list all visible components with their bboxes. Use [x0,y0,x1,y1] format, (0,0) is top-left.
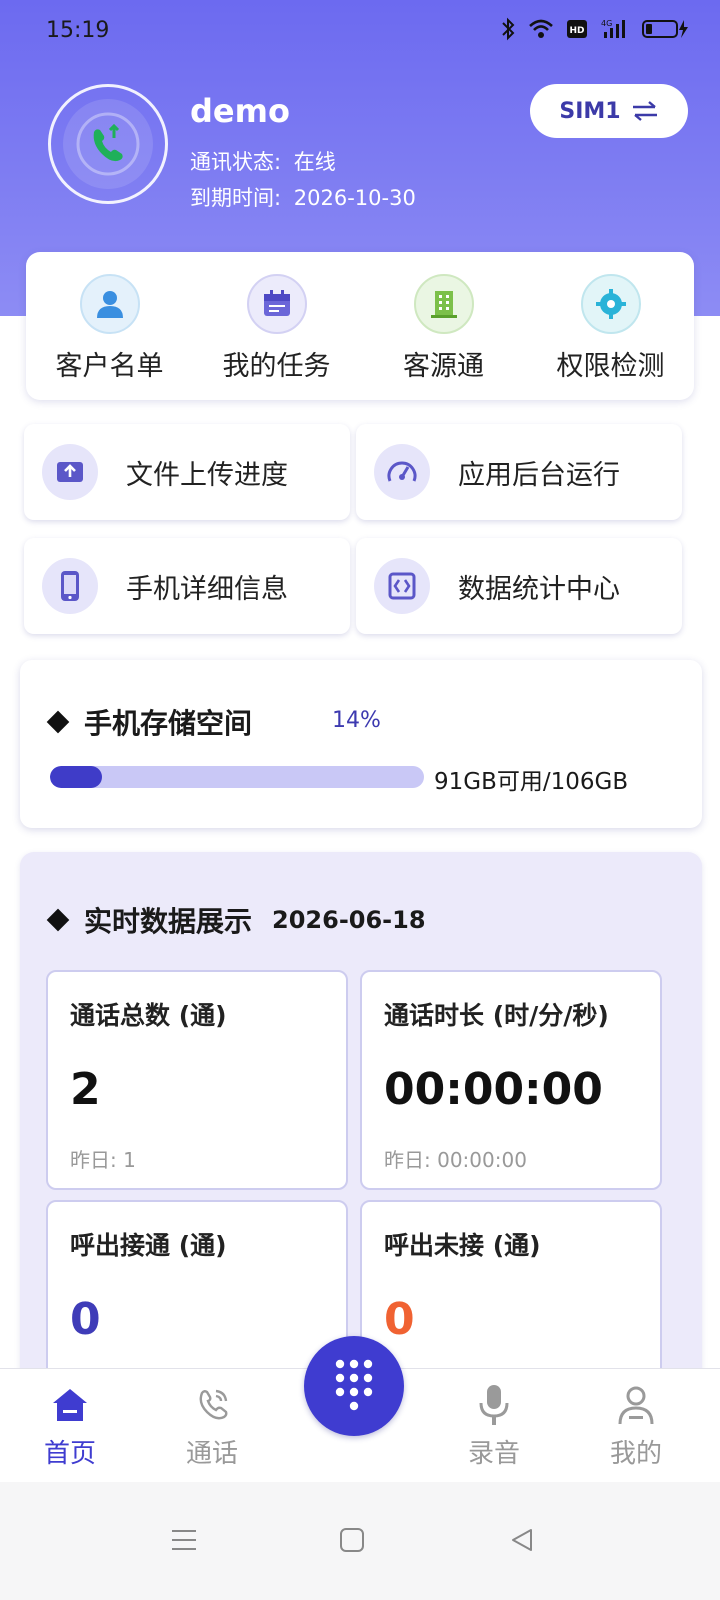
stat-title: 通话总数 (通) [70,1001,227,1030]
user-icon [616,1383,656,1427]
status-value: 在线 [293,150,336,174]
expiry-label: 到期时间: [190,186,282,210]
tile-label: 数据统计中心 [458,573,620,605]
speedometer-icon [374,444,430,500]
nav-profile[interactable]: 我的 [566,1369,706,1483]
dialpad-icon [335,1359,373,1411]
tile-background-run[interactable]: 应用后台运行 [356,424,682,520]
status-time: 15:19 [46,18,110,43]
storage-title: 手机存储空间 [46,702,253,742]
avatar[interactable] [48,84,168,204]
stat-value: 0 [384,1294,415,1345]
wifi-icon [528,18,554,40]
building-icon [413,274,474,334]
realtime-date: 2026-06-18 [272,906,426,934]
home-icon [50,1383,90,1427]
bluetooth-icon [500,17,516,41]
gear-icon [580,274,641,334]
connection-status: 通讯状态: 在线 [190,146,336,176]
quick-customer-list[interactable]: 客户名单 [26,252,193,400]
expiry-date: 到期时间: 2026-10-30 [190,182,416,212]
hd-icon: HD [566,18,588,40]
nav-label: 通话 [185,1439,238,1469]
dialpad-button[interactable] [304,1336,404,1436]
stat-value: 2 [70,1064,101,1115]
nav-label: 我的 [609,1439,662,1469]
realtime-panel: 实时数据展示 2026-06-18 通话总数 (通) 2 昨日: 1 通话时长 … [20,852,702,1420]
stat-yesterday: 昨日: 1 [70,1148,136,1172]
data-icon [374,558,430,614]
microphone-icon [476,1383,512,1427]
quick-customer-source[interactable]: 客源通 [360,252,527,400]
tile-data-center[interactable]: 数据统计中心 [356,538,682,634]
username: demo [190,92,290,130]
storage-percent: 14% [332,708,381,733]
nav-label: 首页 [43,1439,96,1469]
diamond-bullet-icon [46,710,70,734]
stat-value: 00:00:00 [384,1064,603,1115]
storage-title-text: 手机存储空间 [84,707,253,740]
menu-icon[interactable] [164,1520,204,1560]
svg-text:4G: 4G [601,19,612,28]
nav-recordings[interactable]: 录音 [424,1369,564,1483]
quick-my-tasks[interactable]: 我的任务 [193,252,360,400]
sim-label: SIM1 [559,98,621,124]
sim-switch-button[interactable]: SIM1 [530,84,688,138]
phone-icon [42,558,98,614]
stat-yesterday: 昨日: 00:00:00 [384,1148,527,1172]
home-square-icon[interactable] [332,1520,372,1560]
system-navigation-bar [0,1482,720,1600]
stat-title: 呼出未接 (通) [384,1231,541,1260]
swap-icon [632,101,657,121]
expiry-value: 2026-10-30 [293,186,416,210]
stat-card-total-calls[interactable]: 通话总数 (通) 2 昨日: 1 [46,970,348,1190]
battery-icon [642,18,690,40]
quick-permission-check[interactable]: 权限检测 [527,252,694,400]
quick-label: 客户名单 [55,351,164,382]
storage-usage: 91GB可用/106GB [434,769,629,795]
quick-label: 客源通 [403,351,484,382]
quick-label: 我的任务 [222,351,331,382]
diamond-bullet-icon [46,908,70,932]
tile-label: 手机详细信息 [126,573,288,605]
stat-card-call-duration[interactable]: 通话时长 (时/分/秒) 00:00:00 昨日: 00:00:00 [360,970,662,1190]
tile-label: 文件上传进度 [126,459,288,491]
storage-panel: 手机存储空间 14% 91GB可用/106GB [20,660,702,828]
stat-title: 呼出接通 (通) [70,1231,227,1260]
quick-label: 权限检测 [556,351,665,382]
status-label: 通讯状态: [190,150,282,174]
nav-home[interactable]: 首页 [0,1369,140,1483]
back-triangle-icon[interactable] [502,1520,542,1560]
tile-upload-progress[interactable]: 文件上传进度 [24,424,350,520]
quick-actions: 客户名单 我的任务 客源通 权限检测 [26,252,694,400]
customer-list-icon [79,274,140,334]
stat-title: 通话时长 (时/分/秒) [384,1001,609,1030]
4g-signal-icon: 4G [600,18,630,40]
storage-progress-fill [50,766,103,788]
calendar-task-icon [246,274,307,334]
upload-icon [42,444,98,500]
phone-call-icon [192,1383,232,1427]
phone-logo-icon [76,112,140,176]
tile-phone-details[interactable]: 手机详细信息 [24,538,350,634]
stat-value: 0 [70,1294,101,1345]
svg-text:HD: HD [569,26,584,36]
nav-label: 录音 [467,1439,520,1469]
status-bar: 15:19 HD 4G [0,0,720,62]
realtime-title: 实时数据展示 2026-06-18 [46,900,426,940]
nav-calls[interactable]: 通话 [142,1369,282,1483]
storage-progress-bar [50,766,424,788]
realtime-title-text: 实时数据展示 [84,905,253,938]
tile-label: 应用后台运行 [458,459,620,491]
